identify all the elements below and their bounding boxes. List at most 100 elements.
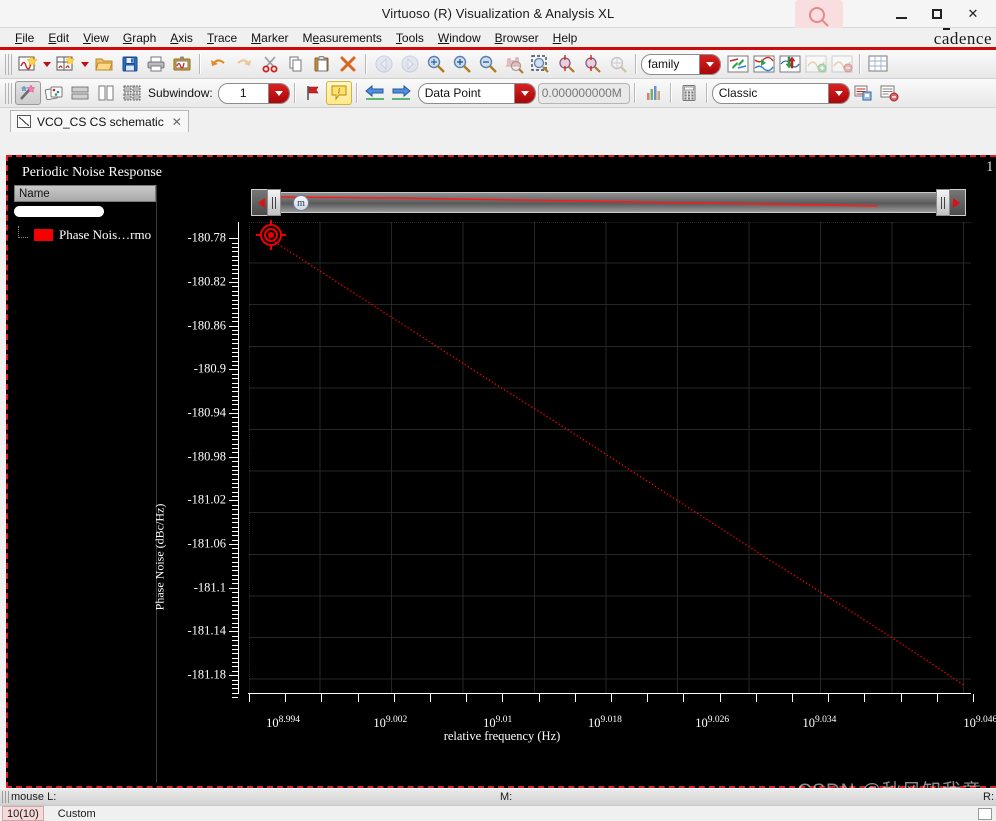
menu-view[interactable]: View: [76, 29, 116, 47]
y-tick-mark-minor: [232, 469, 238, 471]
zoom-out-icon[interactable]: [475, 52, 501, 76]
zoom-area-icon[interactable]: [527, 52, 553, 76]
bottom-right-indicator[interactable]: [978, 807, 992, 820]
stack-horizontal-icon[interactable]: [67, 81, 93, 105]
new-graph-window-icon[interactable]: [15, 52, 41, 76]
zoom-point-icon[interactable]: [605, 52, 631, 76]
zoom-x-icon[interactable]: [553, 52, 579, 76]
family-select-arrow-icon[interactable]: [699, 54, 720, 74]
marker-type-arrow-icon[interactable]: [513, 83, 535, 103]
subwindow-select[interactable]: 1: [217, 82, 290, 104]
menu-browser[interactable]: Browser: [488, 29, 546, 47]
forward-icon[interactable]: [397, 52, 423, 76]
remove-trace-icon[interactable]: [829, 52, 855, 76]
wand-icon[interactable]: [15, 81, 41, 105]
flag-icon[interactable]: [300, 81, 326, 105]
new-subwindow-icon[interactable]: [53, 52, 79, 76]
y-tick-mark-minor: [232, 373, 238, 375]
next-marker-icon[interactable]: [388, 81, 414, 105]
y-tick-mark-minor: [232, 657, 238, 659]
undo-icon[interactable]: [205, 52, 231, 76]
grid-toggle-icon[interactable]: [865, 52, 891, 76]
delete-icon[interactable]: [335, 52, 361, 76]
print-icon[interactable]: [143, 52, 169, 76]
y-tick-mark-minor: [232, 683, 238, 685]
stack-vertical-icon[interactable]: [93, 81, 119, 105]
x-tick-mark: [973, 694, 974, 702]
marker-slider[interactable]: m: [251, 189, 966, 216]
theme-select-arrow-icon[interactable]: [827, 83, 849, 103]
redo-icon[interactable]: [231, 52, 257, 76]
y-tick-mark-minor: [232, 439, 238, 441]
y-tick-mark-minor: [232, 614, 238, 615]
toolbar-grip[interactable]: [5, 82, 12, 104]
menu-measurements[interactable]: Measurements: [296, 29, 389, 47]
menu-graph[interactable]: Graph: [116, 29, 163, 47]
new-subwindow-dropdown-icon[interactable]: [79, 52, 91, 76]
tree-root-row[interactable]: [14, 206, 104, 217]
save-view-icon[interactable]: [850, 81, 876, 105]
tab-vco-cs-cs-schematic[interactable]: VCO_CS CS schematic ✕: [10, 110, 189, 132]
y-tick-mark-minor: [232, 666, 238, 668]
toolbar-separator: [859, 54, 861, 74]
plot-canvas[interactable]: [249, 222, 971, 693]
maximize-button[interactable]: [920, 1, 954, 27]
y-tick-mark-minor: [232, 282, 238, 284]
swap-traces-icon[interactable]: [725, 52, 751, 76]
toolbar-grip[interactable]: [5, 53, 12, 75]
histogram-icon[interactable]: [640, 81, 666, 105]
add-trace-icon[interactable]: [803, 52, 829, 76]
marker-slider-handle-right[interactable]: [936, 189, 950, 216]
list-item[interactable]: Phase Nois…rmo: [14, 226, 156, 243]
plot-image-icon[interactable]: [169, 52, 195, 76]
trace-color-swatch: [34, 228, 53, 241]
family-select[interactable]: family: [641, 53, 721, 75]
menu-axis[interactable]: Axis: [163, 29, 200, 47]
save-icon[interactable]: [117, 52, 143, 76]
y-tick-mark-minor: [232, 679, 238, 681]
back-icon[interactable]: [371, 52, 397, 76]
subwindow-value: 1: [239, 86, 247, 100]
data-point-marker[interactable]: [256, 220, 287, 251]
merge-traces-icon[interactable]: [777, 52, 803, 76]
y-tick-mark-minor: [232, 552, 238, 554]
split-traces-icon[interactable]: [751, 52, 777, 76]
calculator-icon[interactable]: [676, 81, 702, 105]
y-tick-mark-minor: [232, 404, 238, 406]
paste-icon[interactable]: [309, 52, 335, 76]
zoom-vertical-icon[interactable]: [501, 52, 527, 76]
new-graph-dropdown-icon[interactable]: [41, 52, 53, 76]
menu-edit[interactable]: Edit: [41, 29, 76, 47]
y-tick-mark-minor: [232, 509, 238, 511]
previous-marker-icon[interactable]: [362, 81, 388, 105]
subwindow-select-arrow-icon[interactable]: [267, 83, 289, 103]
cut-icon[interactable]: [257, 52, 283, 76]
marker-type-select[interactable]: Data Point: [417, 82, 536, 104]
zoom-in-icon[interactable]: [449, 52, 475, 76]
tab-close-icon[interactable]: ✕: [170, 115, 182, 129]
menu-tools[interactable]: Tools: [389, 29, 431, 47]
menu-help[interactable]: Help: [546, 29, 585, 47]
cards-icon[interactable]: [41, 81, 67, 105]
marker-slider-track[interactable]: [269, 192, 948, 213]
info-icon[interactable]: i: [325, 81, 352, 105]
y-tick-label: -181.1: [193, 580, 226, 595]
marker-badge[interactable]: m: [293, 195, 309, 211]
theme-select[interactable]: Classic: [711, 82, 850, 104]
close-button[interactable]: ✕: [956, 1, 990, 27]
trace-line: [268, 237, 965, 687]
marker-slider-handle-left[interactable]: [267, 189, 281, 216]
marker-type-value: Data Point: [424, 86, 481, 100]
menu-file[interactable]: File: [8, 29, 41, 47]
zoom-fit-icon[interactable]: [423, 52, 449, 76]
copy-icon[interactable]: [283, 52, 309, 76]
menu-window[interactable]: Window: [431, 29, 488, 47]
menu-trace[interactable]: Trace: [200, 29, 244, 47]
delete-view-icon[interactable]: [876, 81, 902, 105]
minimize-button[interactable]: [884, 1, 918, 27]
menu-marker[interactable]: Marker: [244, 29, 295, 47]
y-tick-mark-minor: [232, 277, 238, 279]
zoom-y-icon[interactable]: [579, 52, 605, 76]
open-icon[interactable]: [91, 52, 117, 76]
tile-icon[interactable]: [119, 81, 145, 105]
